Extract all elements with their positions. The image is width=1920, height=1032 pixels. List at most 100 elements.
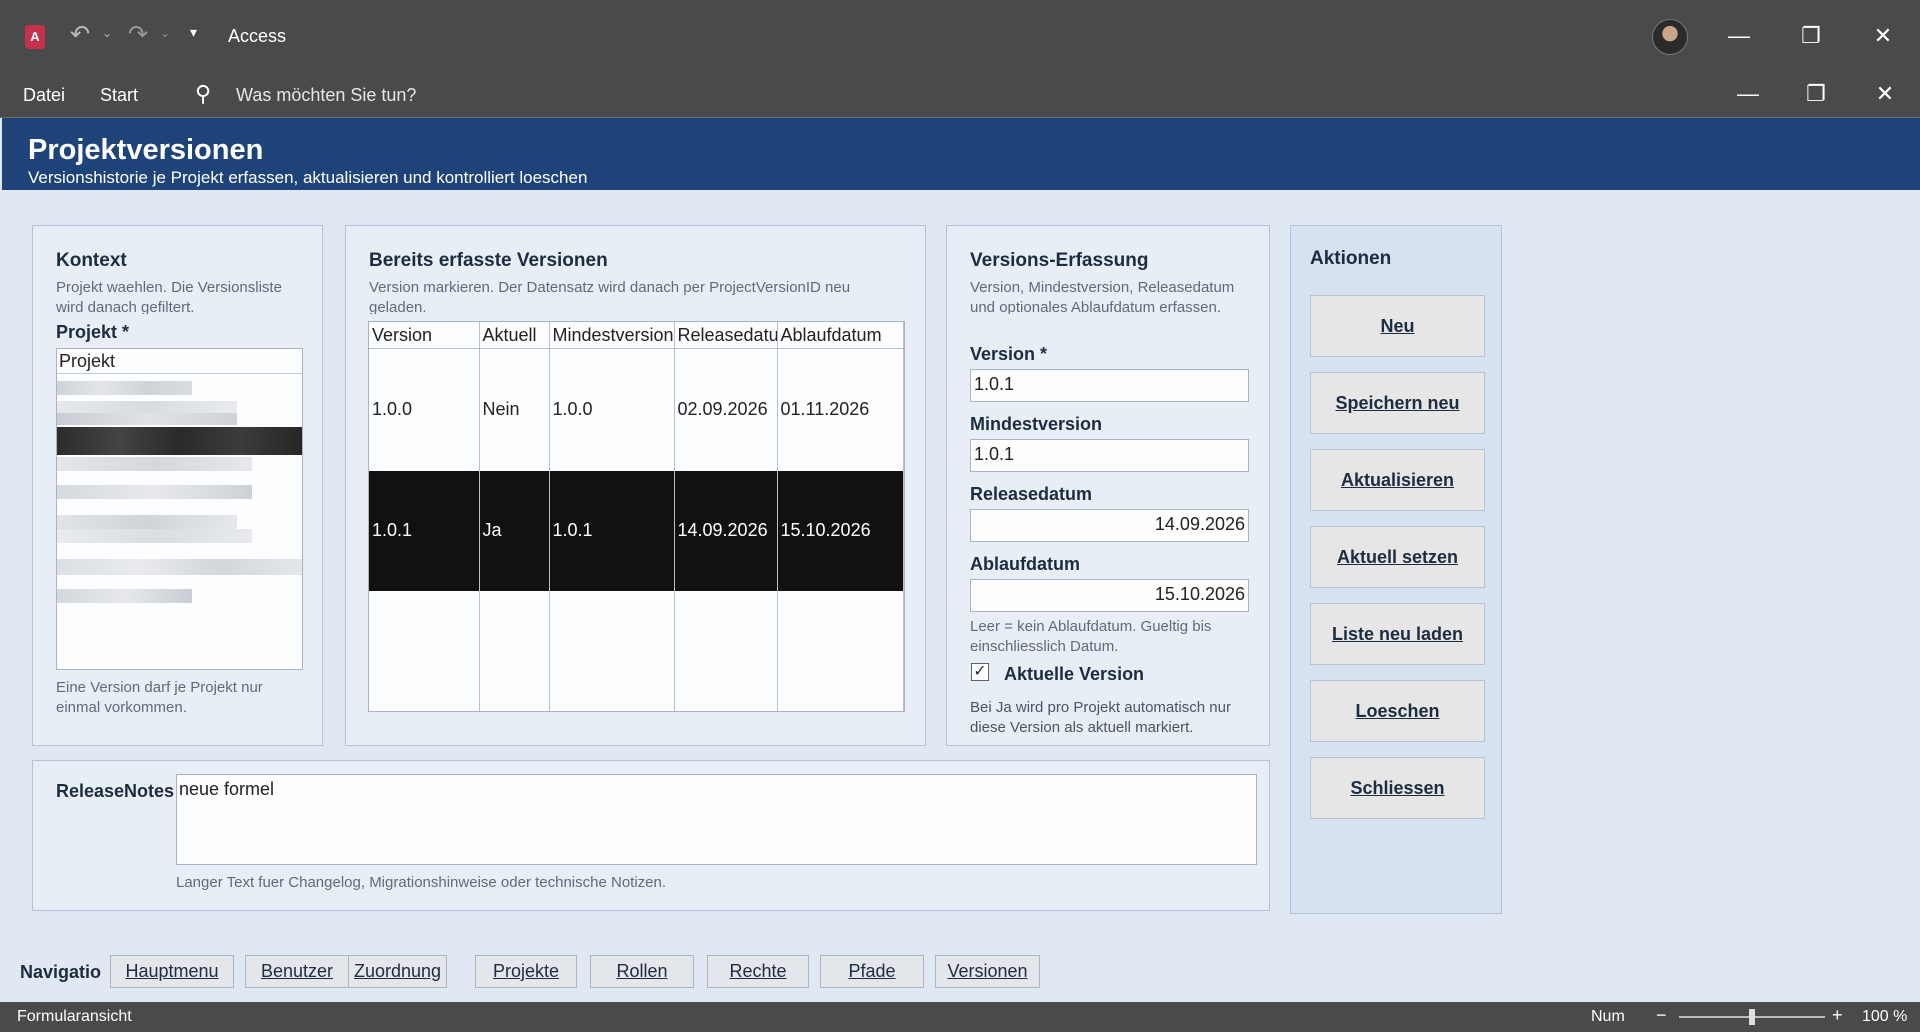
notes-panel: ReleaseNotes neue formel Langer Text fue… xyxy=(32,760,1270,911)
project-list-header: Projekt xyxy=(59,351,116,371)
versions-table[interactable]: Version Aktuell Mindestversion Releaseda… xyxy=(369,322,904,711)
menu-file[interactable]: Datei xyxy=(23,85,65,106)
blurred-project-entry[interactable] xyxy=(57,559,302,575)
minversion-label: Mindestversion xyxy=(970,414,1103,434)
expirydate-label: Ablaufdatum xyxy=(970,554,1080,574)
current-version-checkbox[interactable]: ✓ xyxy=(971,663,989,681)
page-title: Projektversionen xyxy=(28,134,264,166)
zoom-in-button[interactable]: + xyxy=(1832,1005,1843,1026)
app-close-button[interactable]: ✕ xyxy=(1860,16,1906,56)
save-new-button[interactable]: Speichern neu xyxy=(1310,372,1485,434)
cell-minversion: 1.0.1 xyxy=(549,470,675,591)
nav-button-zuordnung[interactable]: Zuordnung xyxy=(348,955,447,988)
table-row[interactable]: 1.0.0 Nein 1.0.0 02.09.2026 01.11.2026 xyxy=(369,348,904,471)
column-header-version[interactable]: Version xyxy=(369,322,480,349)
blurred-project-entry[interactable] xyxy=(57,515,237,529)
update-button[interactable]: Aktualisieren xyxy=(1310,449,1485,511)
cell-current: Ja xyxy=(479,470,550,591)
blurred-project-entry[interactable] xyxy=(57,485,252,499)
app-restore-button[interactable]: ❐ xyxy=(1788,16,1834,56)
project-listbox[interactable]: Projekt xyxy=(56,348,303,670)
menu-home[interactable]: Start xyxy=(100,85,138,106)
releasenotes-hint: Langer Text fuer Changelog, Migrationshi… xyxy=(176,874,667,891)
actions-title: Aktionen xyxy=(1310,248,1392,269)
doc-minimize-button[interactable]: — xyxy=(1725,74,1771,114)
doc-close-button[interactable]: ✕ xyxy=(1862,74,1908,114)
entry-panel: Versions-Erfassung Version, Mindestversi… xyxy=(946,225,1270,746)
nav-button-benutzer[interactable]: Benutzer xyxy=(245,955,349,988)
blurred-project-entry[interactable] xyxy=(57,457,252,471)
versions-panel: Bereits erfasste Versionen Version marki… xyxy=(345,225,926,746)
table-row-selected[interactable]: 1.0.1 Ja 1.0.1 14.09.2026 15.10.2026 xyxy=(369,470,904,591)
versions-title: Bereits erfasste Versionen xyxy=(369,250,608,271)
zoom-slider-thumb[interactable] xyxy=(1749,1009,1755,1025)
column-header-expirydate[interactable]: Ablaufdatum xyxy=(777,322,904,349)
app-title: Access xyxy=(228,26,287,46)
status-bar: Formularansicht Num − + 100 % xyxy=(0,1002,1920,1032)
close-form-button[interactable]: Schliessen xyxy=(1310,757,1485,819)
version-field[interactable]: 1.0.1 xyxy=(970,369,1249,402)
cell-version: 1.0.0 xyxy=(369,348,480,471)
cell-expirydate: 15.10.2026 xyxy=(777,470,904,591)
blurred-project-entry[interactable] xyxy=(57,413,237,425)
blurred-project-entry[interactable] xyxy=(57,589,192,603)
user-avatar[interactable] xyxy=(1652,19,1688,55)
redo-dropdown-icon[interactable]: ⌄ xyxy=(160,26,170,40)
releasedate-field[interactable]: 14.09.2026 xyxy=(970,509,1249,542)
nav-button-versionen[interactable]: Versionen xyxy=(935,955,1040,988)
page-subtitle: Versionshistorie je Projekt erfassen, ak… xyxy=(28,168,588,187)
reload-list-button[interactable]: Liste neu laden xyxy=(1310,603,1485,665)
blurred-project-entry[interactable] xyxy=(57,529,252,543)
doc-restore-button[interactable]: ❐ xyxy=(1793,74,1839,114)
releasenotes-label: ReleaseNotes xyxy=(56,781,175,801)
column-header-minversion[interactable]: Mindestversion xyxy=(549,322,675,349)
title-bar: A ↶ ⌄ ↷ ⌄ ▾ Access — ❐ ✕ xyxy=(0,0,1920,72)
cell-expirydate: 01.11.2026 xyxy=(777,348,904,471)
versions-hint: Version markieren. Der Datensatz wird da… xyxy=(369,279,851,314)
current-version-hint: Bei Ja wird pro Projekt automatisch nur … xyxy=(970,699,1231,736)
new-button[interactable]: Neu xyxy=(1310,295,1485,357)
blurred-project-entry[interactable] xyxy=(57,381,192,395)
context-title: Kontext xyxy=(56,250,127,271)
minversion-field[interactable]: 1.0.1 xyxy=(970,439,1249,472)
table-filler-row xyxy=(369,590,904,711)
entry-title: Versions-Erfassung xyxy=(970,250,1149,271)
undo-dropdown-icon[interactable]: ⌄ xyxy=(102,26,112,40)
form-header: Projektversionen Versionshistorie je Pro… xyxy=(2,118,1920,190)
versions-listbox[interactable]: Version Aktuell Mindestversion Releaseda… xyxy=(368,321,905,712)
nav-button-rechte[interactable]: Rechte xyxy=(707,955,809,988)
nav-button-rollen[interactable]: Rollen xyxy=(590,955,694,988)
context-footer-hint: Eine Version darf je Projekt nur einmal … xyxy=(56,679,263,714)
nav-button-projekte[interactable]: Projekte xyxy=(475,955,577,988)
zoom-level[interactable]: 100 % xyxy=(1862,1008,1907,1026)
customize-quick-access-icon[interactable]: ▾ xyxy=(190,24,197,41)
nav-button-pfade[interactable]: Pfade xyxy=(820,955,924,988)
tell-me-input[interactable]: Was möchten Sie tun? xyxy=(236,85,416,106)
nav-button-hauptmenu[interactable]: Hauptmenu xyxy=(110,955,234,988)
zoom-slider[interactable] xyxy=(1679,1009,1825,1025)
cell-releasedate: 02.09.2026 xyxy=(674,348,778,471)
redo-icon[interactable]: ↷ xyxy=(128,20,148,49)
current-version-label[interactable]: Aktuelle Version xyxy=(1004,664,1144,685)
menu-bar: Datei Start ⚲ Was möchten Sie tun? — ❐ ✕ xyxy=(0,72,1920,118)
numlock-status: Num xyxy=(1591,1008,1625,1025)
column-header-current[interactable]: Aktuell xyxy=(479,322,550,349)
column-header-releasedate[interactable]: Releasedatum xyxy=(674,322,778,349)
expirydate-field[interactable]: 15.10.2026 xyxy=(970,579,1249,612)
undo-icon[interactable]: ↶ xyxy=(70,20,90,49)
actions-panel: Aktionen Neu Speichern neu Aktualisieren Ak… xyxy=(1290,225,1502,914)
access-logo-icon: A xyxy=(25,25,45,49)
view-status: Formularansicht xyxy=(17,1008,132,1025)
set-current-button[interactable]: Aktuell setzen xyxy=(1310,526,1485,588)
context-hint: Projekt waehlen. Die Versionsliste wird … xyxy=(56,279,282,314)
entry-hint: Version, Mindestversion, Releasedatum un… xyxy=(970,279,1235,314)
app-minimize-button[interactable]: — xyxy=(1716,16,1762,56)
blurred-project-entry-selected[interactable] xyxy=(57,427,302,455)
delete-button[interactable]: Loeschen xyxy=(1310,680,1485,742)
releasenotes-field[interactable]: neue formel xyxy=(176,774,1257,865)
project-label: Projekt * xyxy=(56,322,130,342)
search-icon: ⚲ xyxy=(195,81,212,106)
releasedate-label: Releasedatum xyxy=(970,484,1093,504)
cell-version: 1.0.1 xyxy=(369,470,480,591)
zoom-out-button[interactable]: − xyxy=(1656,1005,1667,1026)
